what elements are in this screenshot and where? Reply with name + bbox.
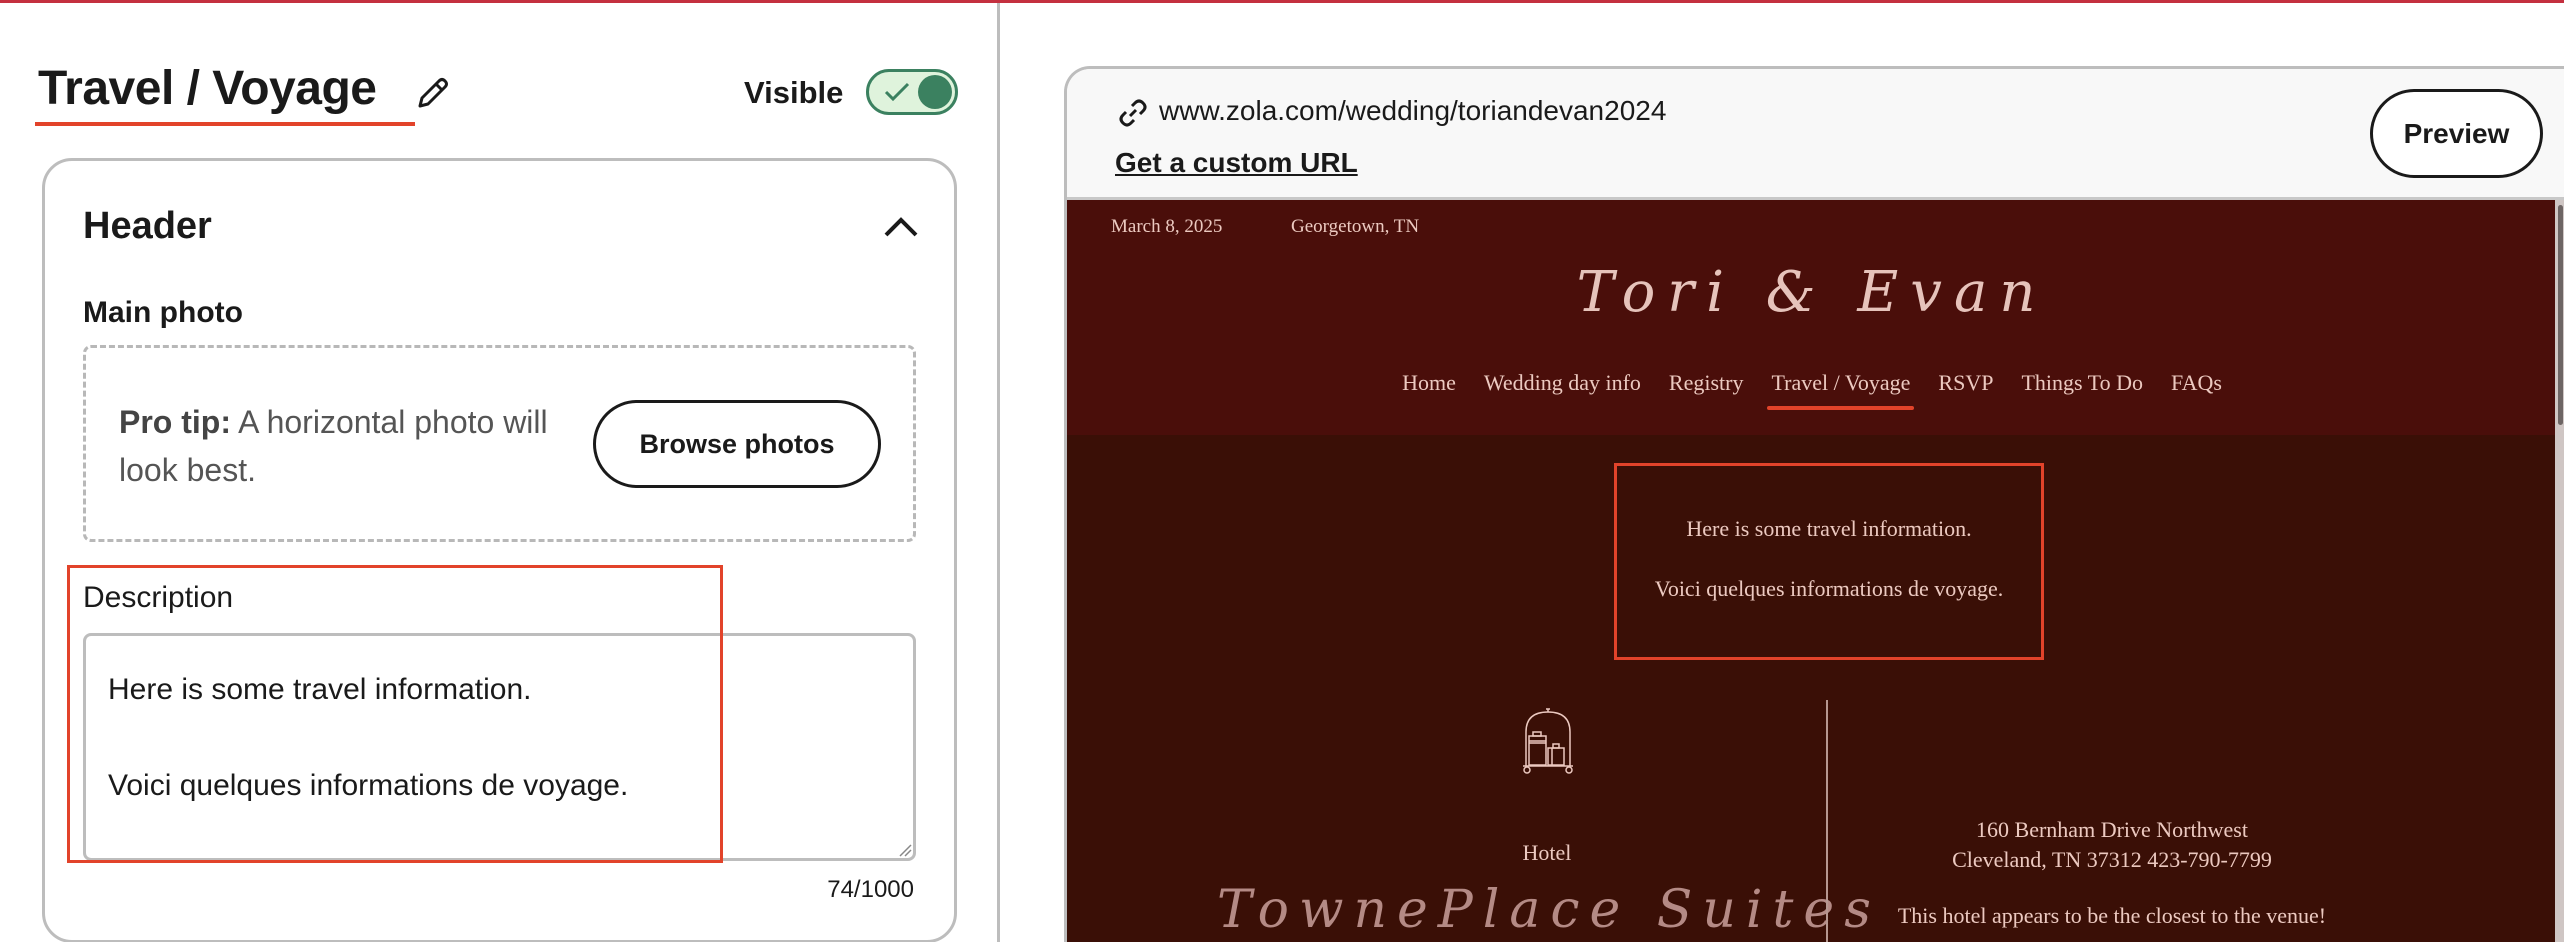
description-line-fr: Voici quelques informations de voyage. xyxy=(1654,576,2004,601)
nav-things-to-do[interactable]: Things To Do xyxy=(2021,370,2143,404)
nav-faqs[interactable]: FAQs xyxy=(2171,370,2222,404)
hotel-note: This hotel appears to be the closest to … xyxy=(1897,903,2327,928)
nav-home[interactable]: Home xyxy=(1402,370,1456,404)
panel-divider xyxy=(997,3,1000,942)
link-icon xyxy=(1119,99,1147,127)
hotel-name: TownePlace Suites xyxy=(1217,880,1881,940)
visible-label: Visible xyxy=(744,75,844,110)
website-preview-frame: www.zola.com/wedding/toriandevan2024 Get… xyxy=(1064,66,2564,942)
url-bar: www.zola.com/wedding/toriandevan2024 Get… xyxy=(1067,69,2564,200)
check-icon xyxy=(884,82,910,102)
description-label: Description xyxy=(83,581,234,614)
nav-wedding-day-info[interactable]: Wedding day info xyxy=(1484,370,1641,404)
toggle-knob xyxy=(918,75,952,109)
nav-registry[interactable]: Registry xyxy=(1669,370,1744,404)
site-header: March 8, 2025 Georgetown, TN Tori & Evan… xyxy=(1067,200,2557,435)
description-textarea[interactable]: Here is some travel information. Voici q… xyxy=(83,633,916,861)
pro-tip-bold: Pro tip: xyxy=(119,404,231,440)
hotel-address-line1: 160 Bernham Drive Northwest xyxy=(1976,817,2248,842)
description-preview-box: Here is some travel information. Voici q… xyxy=(1614,463,2044,660)
hotel-address: 160 Bernham Drive Northwest Cleveland, T… xyxy=(1837,815,2387,875)
description-line-en: Here is some travel information. xyxy=(1686,516,1972,541)
couple-names: Tori & Evan xyxy=(1576,260,2048,325)
editor-panel: Travel / Voyage Visible Header Main phot… xyxy=(0,3,997,942)
header-section-card: Header Main photo Pro tip: A horizontal … xyxy=(42,158,957,942)
preview-scrollbar-thumb[interactable] xyxy=(2558,205,2563,425)
wedding-site-preview: March 8, 2025 Georgetown, TN Tori & Evan… xyxy=(1067,200,2557,942)
hotel-type-label: Hotel xyxy=(1522,840,1572,865)
visible-toggle[interactable] xyxy=(866,69,958,115)
site-nav: Home Wedding day info Registry Travel / … xyxy=(1067,370,2557,410)
resize-handle-icon[interactable] xyxy=(898,843,912,857)
hotel-column-divider xyxy=(1826,700,1828,942)
section-title: Header xyxy=(83,205,212,247)
main-photo-label: Main photo xyxy=(83,296,243,329)
wedding-location: Georgetown, TN xyxy=(1291,216,1420,237)
chevron-up-icon[interactable] xyxy=(881,211,921,241)
photo-dropzone[interactable]: Pro tip: A horizontal photo will look be… xyxy=(83,345,916,542)
site-url: www.zola.com/wedding/toriandevan2024 xyxy=(1159,95,1667,126)
wedding-date: March 8, 2025 xyxy=(1111,216,1223,237)
pro-tip-text: Pro tip: A horizontal photo will look be… xyxy=(119,398,559,494)
page-title: Travel / Voyage xyxy=(38,62,377,115)
browse-photos-button[interactable]: Browse photos xyxy=(593,400,881,488)
get-custom-url-link[interactable]: Get a custom URL xyxy=(1115,147,1358,179)
preview-button[interactable]: Preview xyxy=(2370,89,2543,178)
nav-rsvp[interactable]: RSVP xyxy=(1938,370,1993,404)
hotel-address-line2: Cleveland, TN 37312 423-790-7799 xyxy=(1952,847,2272,872)
luggage-cart-icon xyxy=(1523,708,1573,774)
title-highlight-underline xyxy=(35,122,415,126)
nav-travel-voyage[interactable]: Travel / Voyage xyxy=(1767,370,1915,410)
character-count: 74/1000 xyxy=(827,876,914,903)
pencil-icon[interactable] xyxy=(412,73,452,113)
